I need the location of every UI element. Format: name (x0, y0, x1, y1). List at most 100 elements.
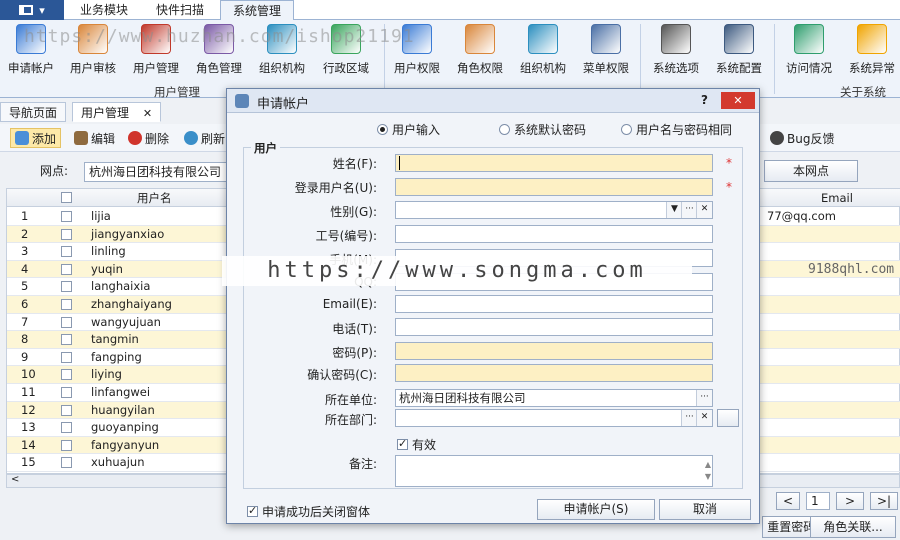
ribbon-button-warning[interactable]: 系统异常 (841, 22, 900, 80)
user-section-title: 用户 (251, 140, 280, 156)
bug-report-button[interactable]: Bug反馈 (766, 128, 838, 148)
remark-textarea[interactable]: ▲ ▼ (395, 455, 713, 487)
ribbon-button-org[interactable]: 组织机构 (251, 22, 313, 80)
ellipsis-icon[interactable]: ··· (681, 410, 697, 426)
edit-button[interactable]: 编辑 (70, 128, 119, 148)
ellipsis-icon[interactable]: ··· (681, 202, 697, 218)
row-checkbox[interactable] (61, 404, 72, 416)
submit-apply-button[interactable]: 申请帐户(S) (537, 499, 655, 520)
add-button[interactable]: 添加 (10, 128, 62, 148)
ribbon-button-region[interactable]: 行政区域 (315, 22, 377, 80)
company-field[interactable]: 杭州海日团科技有限公司 ··· (395, 389, 713, 407)
ribbon-button-user-permission[interactable]: 用户权限 (386, 22, 448, 80)
pager-page-field[interactable]: 1 (806, 492, 830, 510)
ribbon-separator (774, 24, 775, 94)
column-header-username[interactable]: 用户名 (137, 189, 172, 207)
app-menu-button[interactable]: ▾ (0, 0, 64, 20)
ribbon-button-users[interactable]: 用户管理 (125, 22, 187, 80)
row-checkbox[interactable] (61, 457, 72, 469)
tab-navigation-page[interactable]: 导航页面 (0, 102, 67, 122)
ellipsis-icon[interactable]: ··· (696, 390, 712, 406)
select-all-checkbox[interactable] (61, 192, 72, 203)
confirm-password-field[interactable] (395, 364, 713, 382)
tab-business-module[interactable]: 业务模块 (68, 0, 140, 20)
ribbon-button-menu-permission[interactable]: 菜单权限 (575, 22, 637, 80)
row-checkbox[interactable] (61, 211, 72, 222)
ribbon-button-tools[interactable]: 系统选项 (645, 22, 707, 80)
radio-dot (377, 124, 388, 135)
dept-extra-button[interactable] (717, 409, 739, 427)
ribbon-button-role[interactable]: 角色管理 (188, 22, 250, 80)
row-checkbox[interactable] (61, 369, 72, 381)
phone-field[interactable] (395, 318, 713, 336)
dialog-title-bar: 申请帐户 ? ✕ (227, 89, 759, 113)
row-checkbox[interactable] (61, 387, 72, 398)
ribbon-button-label: 申请帐户 (8, 61, 54, 75)
tab-user-management[interactable]: 用户管理 ✕ (72, 102, 162, 122)
ribbon-button-user-add[interactable]: 申请帐户 (0, 22, 62, 80)
ribbon-button-label: 角色权限 (457, 61, 503, 75)
radio-user-input[interactable]: 用户输入 (377, 121, 440, 138)
row-number: 8 (21, 332, 29, 347)
login-username-field[interactable] (395, 178, 713, 196)
row-checkbox[interactable] (61, 246, 72, 258)
ribbon-button-label: 用户管理 (133, 61, 179, 75)
login-label: 登录用户名(U): (294, 181, 377, 195)
code-field[interactable] (395, 225, 713, 243)
cancel-button[interactable]: 取消 (659, 499, 751, 520)
name-field[interactable] (395, 154, 713, 172)
tools-icon (661, 24, 691, 54)
scroll-down-icon[interactable]: ▼ (705, 469, 711, 485)
pager-next-button[interactable]: > (836, 492, 864, 510)
row-checkbox[interactable] (61, 439, 72, 451)
email-field[interactable] (395, 295, 713, 313)
mobile-field[interactable] (395, 249, 713, 267)
clear-icon[interactable]: ✕ (696, 202, 712, 218)
chevron-down-icon[interactable]: ▼ (666, 202, 682, 218)
monitor-icon (724, 24, 754, 54)
gender-select[interactable]: ▼ ··· ✕ (395, 201, 713, 219)
row-checkbox[interactable] (61, 281, 72, 293)
row-checkbox[interactable] (61, 299, 72, 310)
pager-last-button[interactable]: >| (870, 492, 898, 510)
ribbon-button-label: 系统异常 (849, 61, 895, 75)
bug-icon (770, 131, 784, 145)
this-branch-button[interactable]: 本网点 (764, 160, 858, 182)
branch-field[interactable]: 杭州海日团科技有限公司 (84, 162, 234, 182)
close-icon[interactable]: ✕ (143, 107, 152, 120)
enabled-checkbox[interactable]: 有效 (397, 436, 436, 453)
row-checkbox[interactable] (61, 316, 72, 328)
close-after-success-checkbox[interactable]: 申请成功后关闭窗体 (247, 503, 370, 520)
ribbon-button-user-check[interactable]: 用户审核 (62, 22, 124, 80)
role-association-button[interactable]: 角色关联... (810, 516, 896, 538)
row-checkbox[interactable] (61, 334, 72, 346)
clear-icon[interactable]: ✕ (696, 410, 712, 426)
ribbon-button-role-permission[interactable]: 角色权限 (449, 22, 511, 80)
row-checkbox[interactable] (61, 422, 72, 434)
row-checkbox[interactable] (61, 351, 72, 363)
tab-express-scan[interactable]: 快件扫描 (144, 0, 216, 20)
qq-field[interactable] (395, 273, 713, 291)
dialog-close-button[interactable]: ✕ (721, 92, 755, 109)
dept-field[interactable]: ··· ✕ (395, 409, 713, 427)
row-number: 11 (21, 385, 36, 399)
column-header-email[interactable]: Email (821, 189, 853, 207)
row-number: 15 (21, 455, 36, 470)
refresh-button[interactable]: 刷新 (180, 128, 229, 148)
help-icon[interactable]: ? (701, 93, 708, 107)
edit-icon (74, 131, 88, 145)
radio-default-password[interactable]: 系统默认密码 (499, 121, 586, 138)
password-field[interactable] (395, 342, 713, 360)
ribbon-button-label: 系统配置 (716, 61, 762, 75)
row-checkbox[interactable] (61, 228, 72, 240)
pager-prev-button[interactable]: < (776, 492, 800, 510)
delete-button[interactable]: 删除 (124, 128, 173, 148)
row-checkbox[interactable] (61, 263, 72, 275)
scroll-left-icon[interactable]: < (11, 474, 19, 485)
ribbon-button-chart[interactable]: 访问情况 (778, 22, 840, 80)
ribbon-button-org-permission[interactable]: 组织机构 (512, 22, 574, 80)
ribbon-button-label: 系统选项 (653, 61, 699, 75)
radio-same-as-username[interactable]: 用户名与密码相同 (621, 121, 732, 138)
ribbon-button-monitor[interactable]: 系统配置 (708, 22, 770, 80)
tab-system-management[interactable]: 系统管理 (220, 0, 295, 20)
